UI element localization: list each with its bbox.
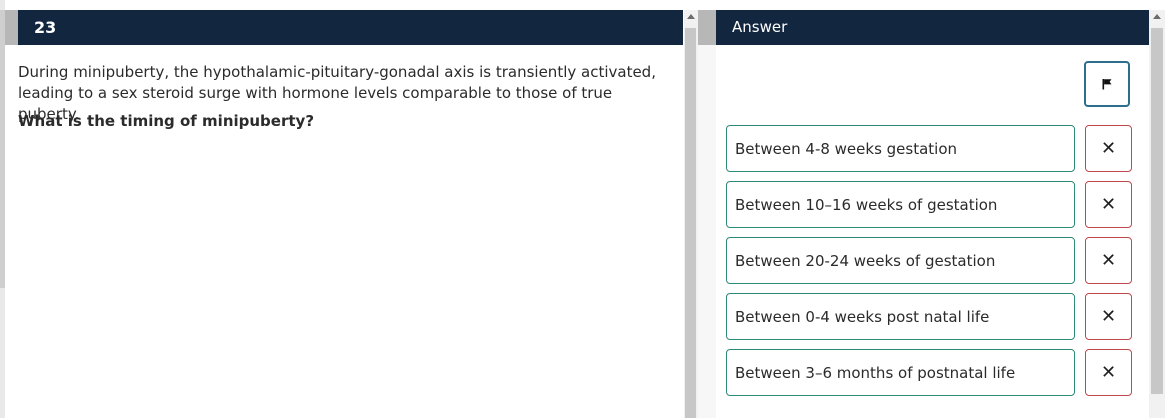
- remove-option-1-button[interactable]: ✕: [1085, 125, 1132, 172]
- remove-option-4-button[interactable]: ✕: [1085, 293, 1132, 340]
- answer-option-label: Between 4-8 weeks gestation: [735, 139, 958, 158]
- answer-header: Answer: [716, 10, 1149, 45]
- close-icon: ✕: [1100, 194, 1117, 215]
- question-pane-edge-shade: [0, 10, 5, 288]
- answer-header-tab: [698, 10, 716, 45]
- close-icon: ✕: [1100, 250, 1117, 271]
- remove-option-3-button[interactable]: ✕: [1085, 237, 1132, 284]
- answer-pane-edge: [698, 45, 716, 418]
- scroll-up-arrow-icon[interactable]: [1153, 14, 1161, 19]
- remove-option-2-button[interactable]: ✕: [1085, 181, 1132, 228]
- answer-option-1[interactable]: Between 4-8 weeks gestation: [726, 125, 1075, 172]
- question-scrollbar-thumb[interactable]: [685, 28, 696, 418]
- flag-icon: [1102, 79, 1112, 90]
- answer-option-2[interactable]: Between 10–16 weeks of gestation: [726, 181, 1075, 228]
- answer-option-4[interactable]: Between 0-4 weeks post natal life: [726, 293, 1075, 340]
- close-icon: ✕: [1100, 138, 1117, 159]
- answer-option-3[interactable]: Between 20-24 weeks of gestation: [726, 237, 1075, 284]
- close-icon: ✕: [1100, 306, 1117, 327]
- answer-scrollbar-thumb[interactable]: [1151, 28, 1163, 394]
- scroll-up-arrow-icon[interactable]: [687, 14, 695, 19]
- answer-option-label: Between 20-24 weeks of gestation: [735, 251, 996, 270]
- question-number: 23: [34, 18, 57, 37]
- question-prompt: What is the timing of minipuberty?: [18, 112, 315, 130]
- close-icon: ✕: [1100, 362, 1117, 383]
- answer-option-5[interactable]: Between 3–6 months of postnatal life: [726, 349, 1075, 396]
- question-header: 23: [18, 10, 683, 45]
- answer-option-label: Between 0-4 weeks post natal life: [735, 307, 990, 326]
- answer-title: Answer: [732, 18, 788, 36]
- answer-option-label: Between 3–6 months of postnatal life: [735, 363, 1016, 382]
- question-header-tab: [5, 10, 18, 45]
- remove-option-5-button[interactable]: ✕: [1085, 349, 1132, 396]
- answer-option-label: Between 10–16 weeks of gestation: [735, 195, 998, 214]
- flag-button[interactable]: [1084, 61, 1130, 107]
